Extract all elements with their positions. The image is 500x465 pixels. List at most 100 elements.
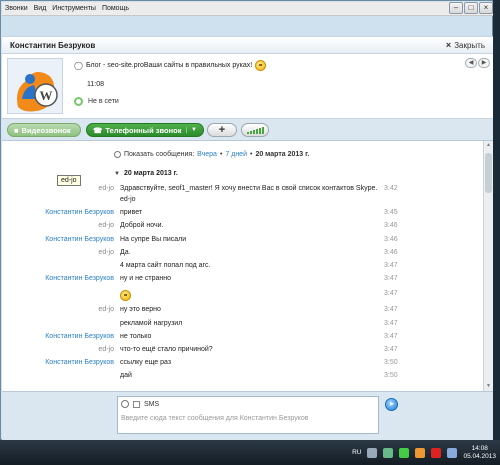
signal-bars-icon (246, 126, 264, 134)
history-date-selected[interactable]: 20 марта 2013 г. (255, 151, 309, 158)
profile-nav: ◀ ▶ (465, 58, 490, 68)
message-sender[interactable]: ed-jo (98, 306, 114, 313)
message-time: 3:45 (384, 209, 398, 216)
language-indicator[interactable]: RU (352, 449, 361, 456)
online-status: Не в сети (74, 97, 119, 106)
tray-app-icon[interactable] (415, 447, 426, 458)
message-row: Константин Безруков привет 3:45 (2, 209, 483, 221)
add-participant-button[interactable]: + (207, 123, 237, 137)
taskbar-date: 05.04.2013 (463, 452, 496, 460)
history-filter: Показать сообщения: Вчера • 7 дней • 20 … (114, 151, 309, 158)
message-sender[interactable]: Константин Безруков (45, 333, 114, 340)
update-icon[interactable] (447, 447, 458, 458)
message-sender[interactable]: ed-jo (98, 346, 114, 353)
message-time: 3:50 (384, 359, 398, 366)
message-row: Константин Безруков не только 3:47 (2, 333, 483, 345)
history-yesterday-link[interactable]: Вчера (197, 151, 217, 158)
skype-tray-icon[interactable] (399, 447, 410, 458)
history-label: Показать сообщения: (124, 151, 195, 158)
message-text: ed-jo (120, 196, 136, 203)
mood-text: Блог - seo-site.proВаши сайты в правильн… (85, 62, 253, 69)
message-sender[interactable]: ed-jo (98, 185, 114, 192)
message-time: 3:47 (384, 306, 398, 313)
triangle-down-icon[interactable]: ▼ (114, 171, 120, 177)
maximize-button[interactable]: □ (464, 2, 478, 14)
scrollbar-thumb[interactable] (485, 153, 492, 193)
call-quality-button[interactable] (241, 123, 269, 137)
message-row: Константин Безруков ссылку еще раз 3:50 (2, 359, 483, 371)
message-text: дай (120, 372, 132, 379)
chat-scrollbar[interactable]: ▲ ▼ (483, 141, 493, 391)
menu-bar: Звонки Вид Инструменты Помощь (2, 2, 493, 16)
menu-help[interactable]: Помощь (102, 5, 129, 12)
sender-tooltip: ed-jo (57, 175, 81, 186)
close-label: Закрыть (454, 40, 485, 50)
avatar[interactable]: W (7, 58, 63, 114)
smiley-icon (255, 60, 267, 71)
composer-area: SMS Введите сюда текст сообщения для Кон… (2, 391, 493, 440)
message-input[interactable]: Введите сюда текст сообщения для Констан… (121, 415, 308, 422)
composer-toolbar: SMS (121, 400, 159, 408)
message-time: 3:46 (384, 222, 398, 229)
message-sender[interactable]: Константин Безруков (45, 236, 114, 243)
message-time: 3:47 (384, 275, 398, 282)
next-arrow-icon[interactable]: ▶ (478, 58, 490, 68)
message-text: Доброй ночи. (120, 222, 164, 229)
message-row: ed-jo ну это верно 3:47 (2, 306, 483, 318)
message-time: 3:42 (384, 185, 398, 192)
message-text: рекламой нагрузил (120, 320, 183, 327)
history-7days-link[interactable]: 7 дней (225, 151, 247, 158)
message-row: ed-jo Да. 3:46 (2, 249, 483, 261)
message-text: ссылку еще раз (120, 359, 172, 366)
voice-call-button[interactable]: ☎ Телефонный звонок ▼ (86, 123, 204, 137)
network-icon[interactable] (383, 447, 394, 458)
antivirus-icon[interactable] (431, 447, 442, 458)
send-button[interactable]: ➤ (385, 398, 398, 411)
message-row: 4 марта сайт попал под агс. 3:47 (2, 262, 483, 274)
offline-status-icon (74, 97, 83, 106)
message-sender[interactable]: Константин Безруков (45, 359, 114, 366)
menu-tools[interactable]: Инструменты (52, 5, 96, 12)
message-text: привет (120, 209, 143, 216)
message-sender[interactable]: Константин Безруков (45, 275, 114, 282)
message-row: 3:47 (2, 290, 483, 302)
voice-call-label: Телефонный звонок (105, 125, 182, 135)
conversation-header: Константин Безруков × Закрыть (2, 36, 493, 54)
sms-checkbox[interactable] (133, 400, 140, 408)
message-row: дай 3:50 (2, 372, 483, 384)
prev-arrow-icon[interactable]: ◀ (465, 58, 477, 68)
menu-calls[interactable]: Звонки (5, 5, 28, 12)
message-text: На супре Вы писали (120, 236, 187, 243)
menu-view[interactable]: Вид (34, 5, 47, 12)
message-sender[interactable]: ed-jo (98, 249, 114, 256)
local-time: 11:08 (87, 81, 104, 88)
message-sender[interactable]: ed-jo (98, 222, 114, 229)
skype-window: Звонки Вид Инструменты Помощь – □ × Конс… (0, 0, 493, 440)
scroll-up-icon[interactable]: ▲ (484, 141, 493, 150)
message-text: не только (120, 333, 152, 340)
message-time: 3:47 (384, 262, 398, 269)
mood-message: ◯ Блог - seo-site.proВаши сайты в правил… (74, 60, 267, 71)
close-conversation-button[interactable]: × Закрыть (446, 40, 485, 50)
message-row: ed-jo что-то ещё стало причиной? 3:47 (2, 346, 483, 358)
phone-icon: ☎ (93, 125, 103, 135)
message-text: 4 марта сайт попал под агс. (120, 262, 211, 269)
chevron-down-icon[interactable]: ▼ (186, 127, 197, 133)
message-sender[interactable]: Константин Безруков (45, 209, 114, 216)
speech-bubble-icon: ◯ (74, 61, 83, 70)
message-time: 3:47 (384, 290, 398, 297)
message-input-box[interactable]: SMS Введите сюда текст сообщения для Кон… (117, 396, 379, 434)
scroll-down-icon[interactable]: ▼ (484, 382, 493, 391)
message-text: ну и не странно (120, 275, 171, 282)
video-call-button[interactable]: ■ Видеозвонок (7, 123, 81, 137)
message-row: Константин Безруков ну и не странно 3:47 (2, 275, 483, 287)
contact-profile: W ◯ Блог - seo-site.proВаши сайты в прав… (2, 54, 493, 119)
status-text: Не в сети (88, 98, 119, 105)
volume-icon[interactable] (367, 447, 378, 458)
emoticon-icon[interactable] (121, 400, 129, 408)
smiley-icon (120, 290, 131, 301)
window-close-button[interactable]: × (479, 2, 493, 14)
minimize-button[interactable]: – (449, 2, 463, 14)
message-time: 3:46 (384, 236, 398, 243)
taskbar-clock[interactable]: 14:08 05.04.2013 (463, 445, 496, 461)
